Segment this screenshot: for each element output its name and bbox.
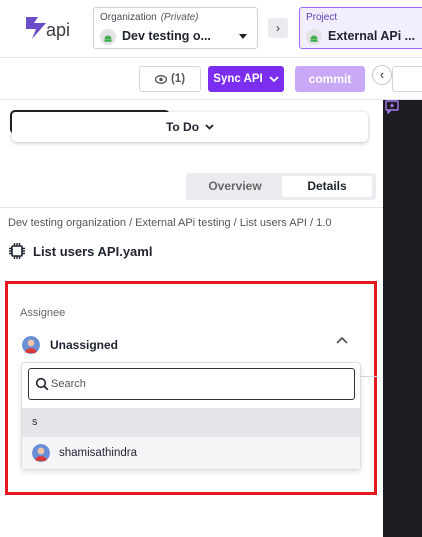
sync-api-button[interactable]: Sync API [208,66,284,92]
organization-caption-text: Organization [100,12,157,23]
android-icon [306,29,322,45]
search-icon [35,377,49,391]
search-field[interactable] [28,368,355,400]
file-name: List users API.yaml [33,243,153,259]
view-tabs: Overview Details [186,173,376,200]
sync-api-label: Sync API [213,73,263,85]
android-icon [100,29,116,45]
action-toolbar: (1) Sync API commit ‹ [0,58,422,100]
avatar [32,444,50,462]
caret-down-icon[interactable] [239,34,247,39]
group-header: s [22,408,360,437]
comment-add-icon[interactable] [385,100,399,114]
assignee-label: Assignee [20,307,66,319]
tab-overview[interactable]: Overview [190,176,280,197]
editor-panel [383,100,422,537]
chip-icon [9,243,25,259]
logo-text: api [46,20,70,40]
section-divider [0,207,383,208]
watchers-count: (1) [170,73,186,85]
top-header: api Organization (Private) Dev testing o.… [0,0,422,58]
toolbar-overflow[interactable] [392,66,422,92]
chevron-down-icon [205,124,214,130]
assignee-value: Unassigned [50,338,119,352]
organization-visibility: (Private) [160,12,199,23]
organization-name: Dev testing o... [122,29,211,43]
user-name: shamisathindra [59,447,137,459]
assignee-menu: s shamisathindra [21,362,361,470]
list-item[interactable]: shamisathindra [22,437,360,469]
chevron-down-icon [269,75,279,82]
avatar [22,336,40,354]
field-underline [360,376,378,377]
assignee-dropdown[interactable]: Unassigned [20,334,350,356]
api-logo[interactable]: api [24,14,80,42]
chevron-up-icon[interactable] [336,336,348,344]
status-dropdown[interactable]: To Do [12,112,368,142]
status-label: To Do [165,120,200,134]
eye-icon [154,74,167,84]
search-input[interactable] [51,370,351,398]
commit-button[interactable]: commit [295,66,365,92]
project-caption: Project [306,12,338,23]
project-name: External APi ... [328,29,416,43]
breadcrumb[interactable]: Dev testing organization / External APi … [8,217,331,229]
file-title: List users API.yaml [8,242,152,260]
tab-details[interactable]: Details [282,176,372,197]
collapse-panel-icon[interactable]: ‹ [372,65,392,85]
organization-caption: Organization (Private) [100,12,199,23]
project-selector[interactable]: Project External APi ... [299,7,422,49]
watchers-button[interactable]: (1) [139,66,201,92]
organization-selector[interactable]: Organization (Private) Dev testing o... [93,7,258,49]
chevron-right-icon[interactable]: › [268,18,288,38]
